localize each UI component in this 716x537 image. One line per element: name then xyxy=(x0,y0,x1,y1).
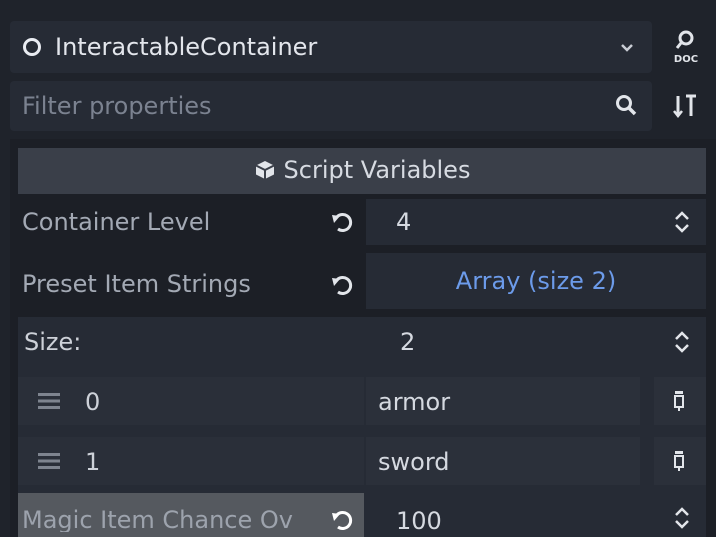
remove-item-icon xyxy=(674,391,684,411)
object-selector[interactable]: InteractableContainer xyxy=(10,21,652,73)
preset-item-strings-label: Preset Item Strings xyxy=(22,270,251,298)
magic-item-chance-spinbox[interactable]: 100 xyxy=(366,495,706,537)
container-level-value: 4 xyxy=(396,208,412,236)
search-icon xyxy=(616,95,637,116)
array-size-spinbox[interactable]: 2 xyxy=(366,318,706,366)
filter-placeholder: Filter properties xyxy=(22,92,212,120)
remove-item-icon xyxy=(674,451,684,471)
item-index: 0 xyxy=(85,388,101,416)
sort-options-button[interactable] xyxy=(668,82,704,130)
sort-options-icon xyxy=(673,94,696,119)
script-variables-section[interactable]: Script Variables xyxy=(18,148,706,194)
item-value: armor xyxy=(378,388,451,416)
svg-text:DOC: DOC xyxy=(674,54,698,65)
magic-item-chance-label: Magic Item Chance Ov xyxy=(22,508,293,532)
spin-arrows-icon xyxy=(675,507,689,529)
revert-icon[interactable] xyxy=(329,272,355,298)
chevron-down-icon xyxy=(621,44,633,52)
container-level-label: Container Level xyxy=(22,208,211,236)
list-item: 0 xyxy=(18,377,364,425)
list-item: 1 xyxy=(18,437,364,485)
magic-item-chance-value: 100 xyxy=(396,507,442,535)
item-options-button[interactable] xyxy=(654,377,706,425)
array-size-label-text: Size: xyxy=(24,328,82,356)
drag-handle-icon[interactable] xyxy=(38,392,60,410)
array-toggle-button[interactable]: Array (size 2) xyxy=(366,253,706,309)
spin-arrows-icon xyxy=(675,331,689,353)
array-size-label: Array (size 2) xyxy=(455,267,617,295)
item-options-button[interactable] xyxy=(654,437,706,485)
drag-handle-icon[interactable] xyxy=(38,452,60,470)
spin-arrows-icon xyxy=(675,211,689,233)
magic-item-chance-row: Magic Item Chance Ov xyxy=(18,493,364,537)
container-level-spinbox[interactable]: 4 xyxy=(366,199,706,245)
section-title: Script Variables xyxy=(283,156,471,184)
doc-help-icon: DOC xyxy=(674,30,698,65)
circle-node-icon xyxy=(23,38,41,56)
item-value: sword xyxy=(378,448,450,476)
array-size-value: 2 xyxy=(400,328,416,356)
doc-help-button[interactable]: DOC xyxy=(668,22,704,72)
item-index: 1 xyxy=(85,448,101,476)
revert-icon[interactable] xyxy=(329,507,355,533)
object-name: InteractableContainer xyxy=(55,33,318,61)
revert-icon[interactable] xyxy=(329,209,355,235)
script-cube-icon xyxy=(255,161,274,179)
item-value-field[interactable]: armor xyxy=(366,377,640,425)
item-value-field[interactable]: sword xyxy=(366,437,640,485)
filter-properties-input[interactable]: Filter properties xyxy=(10,81,652,131)
